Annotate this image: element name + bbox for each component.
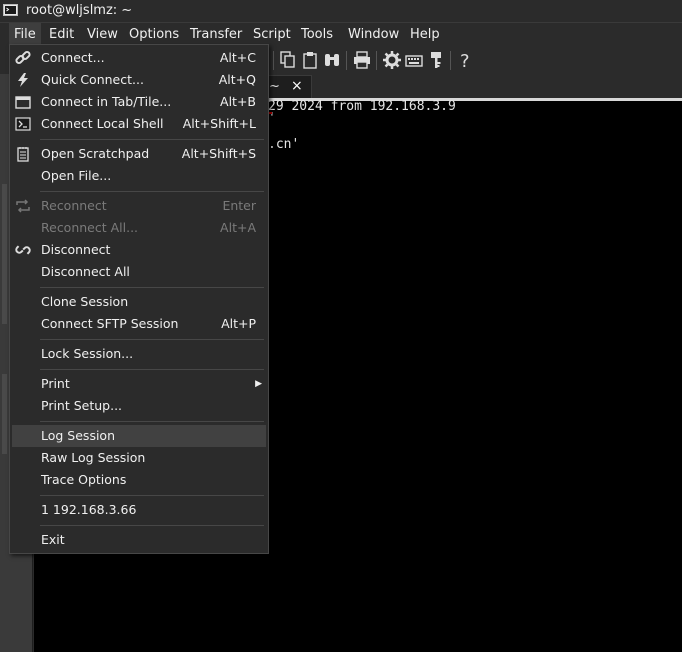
help-icon[interactable]: ? bbox=[456, 50, 476, 72]
gear-icon[interactable] bbox=[382, 50, 402, 70]
menu-shortcut: Enter bbox=[222, 198, 256, 213]
menu-log-session[interactable]: Log Session bbox=[12, 425, 266, 447]
toolbar-separator bbox=[376, 51, 377, 70]
toolbar-separator bbox=[450, 51, 451, 70]
panel-handle[interactable] bbox=[2, 184, 7, 324]
menu-label: Reconnect bbox=[41, 198, 107, 213]
tab-close-icon[interactable]: × bbox=[291, 78, 303, 94]
menu-open-file[interactable]: Open File... bbox=[12, 165, 266, 187]
menu-recent-session[interactable]: 1 192.168.3.66 bbox=[12, 499, 266, 521]
link-icon bbox=[15, 50, 31, 66]
menu-shortcut: Alt+B bbox=[220, 94, 256, 109]
window-title: root@wljslmz: ~ bbox=[26, 3, 133, 18]
menu-label: Connect in Tab/Tile... bbox=[41, 94, 172, 109]
copy-icon[interactable] bbox=[278, 50, 298, 70]
menu-shortcut: Alt+Q bbox=[218, 72, 256, 87]
menu-label: Connect SFTP Session bbox=[41, 316, 179, 331]
lightning-icon bbox=[15, 72, 31, 88]
menu-label: Connect... bbox=[41, 50, 105, 65]
menu-edit[interactable]: Edit bbox=[44, 23, 79, 46]
menu-separator bbox=[40, 287, 264, 288]
menu-disconnect-all[interactable]: Disconnect All bbox=[12, 261, 266, 283]
menu-tools[interactable]: Tools bbox=[296, 23, 338, 46]
menu-disconnect[interactable]: Disconnect bbox=[12, 239, 266, 261]
menu-help[interactable]: Help bbox=[405, 23, 445, 46]
toolbar-separator bbox=[273, 51, 274, 70]
menu-label: Log Session bbox=[41, 428, 115, 443]
menu-reconnect: Reconnect Enter bbox=[12, 195, 266, 217]
tab-label: ~ bbox=[269, 79, 280, 94]
terminal-line: 29 2024 from 192.168.3.9 bbox=[268, 99, 456, 114]
menu-file[interactable]: File bbox=[9, 23, 41, 46]
menu-separator bbox=[40, 339, 264, 340]
keymap-icon[interactable] bbox=[404, 50, 424, 70]
menu-label: Open Scratchpad bbox=[41, 146, 150, 161]
menu-separator bbox=[40, 421, 264, 422]
menu-reconnect-all: Reconnect All... Alt+A bbox=[12, 217, 266, 239]
menu-print[interactable]: Print ▶ bbox=[12, 373, 266, 395]
menu-script[interactable]: Script bbox=[248, 23, 296, 46]
menu-exit[interactable]: Exit bbox=[12, 529, 266, 551]
menu-options[interactable]: Options bbox=[124, 23, 184, 46]
menu-view[interactable]: View bbox=[82, 23, 123, 46]
menu-separator bbox=[40, 139, 264, 140]
terminal-icon bbox=[15, 116, 31, 132]
menu-separator bbox=[40, 191, 264, 192]
menu-label: Disconnect All bbox=[41, 264, 130, 279]
menu-connect[interactable]: Connect... Alt+C bbox=[12, 47, 266, 69]
menu-clone-session[interactable]: Clone Session bbox=[12, 291, 266, 313]
menu-label: Print Setup... bbox=[41, 398, 123, 413]
tab-window-icon bbox=[15, 94, 31, 110]
key-icon[interactable] bbox=[426, 50, 446, 70]
notepad-icon bbox=[15, 146, 31, 162]
menu-label: Print bbox=[41, 376, 70, 391]
menu-separator bbox=[40, 369, 264, 370]
menu-raw-log-session[interactable]: Raw Log Session bbox=[12, 447, 266, 469]
menu-label: Open File... bbox=[41, 168, 112, 183]
menu-label: Reconnect All... bbox=[41, 220, 139, 235]
menu-label: Trace Options bbox=[41, 472, 127, 487]
find-icon[interactable] bbox=[322, 50, 342, 70]
reconnect-icon bbox=[15, 198, 31, 214]
broken-link-icon bbox=[15, 242, 31, 258]
menu-print-setup[interactable]: Print Setup... bbox=[12, 395, 266, 417]
menu-connect-in-tab[interactable]: Connect in Tab/Tile... Alt+B bbox=[12, 91, 266, 113]
menu-bar: File Edit View Options Transfer Script T… bbox=[0, 23, 682, 46]
menu-transfer[interactable]: Transfer bbox=[185, 23, 247, 46]
menu-label: 1 192.168.3.66 bbox=[41, 502, 137, 517]
menu-window[interactable]: Window bbox=[343, 23, 404, 46]
menu-label: Disconnect bbox=[41, 242, 111, 257]
menu-quick-connect[interactable]: Quick Connect... Alt+Q bbox=[12, 69, 266, 91]
toolbar-separator bbox=[346, 51, 347, 70]
terminal-line: .cn' bbox=[268, 137, 300, 152]
file-menu-dropdown: Connect... Alt+C Quick Connect... Alt+Q … bbox=[9, 44, 269, 554]
menu-shortcut: Alt+C bbox=[219, 50, 256, 65]
menu-shortcut: Alt+A bbox=[220, 220, 256, 235]
menu-connect-local-shell[interactable]: Connect Local Shell Alt+Shift+L bbox=[12, 113, 266, 135]
menu-label: Connect Local Shell bbox=[41, 116, 164, 131]
svg-text:?: ? bbox=[460, 51, 470, 70]
menu-open-scratchpad[interactable]: Open Scratchpad Alt+Shift+S bbox=[12, 143, 266, 165]
menu-label: Lock Session... bbox=[41, 346, 134, 361]
menu-lock-session[interactable]: Lock Session... bbox=[12, 343, 266, 365]
panel-handle[interactable] bbox=[2, 374, 7, 454]
menu-connect-sftp[interactable]: Connect SFTP Session Alt+P bbox=[12, 313, 266, 335]
menu-label: Clone Session bbox=[41, 294, 129, 309]
print-icon[interactable] bbox=[352, 50, 372, 70]
submenu-arrow-icon: ▶ bbox=[255, 379, 262, 389]
menu-shortcut: Alt+Shift+L bbox=[182, 116, 256, 131]
menu-shortcut: Alt+Shift+S bbox=[181, 146, 256, 161]
menu-trace-options[interactable]: Trace Options bbox=[12, 469, 266, 491]
paste-icon[interactable] bbox=[300, 50, 320, 70]
menu-shortcut: Alt+P bbox=[221, 316, 256, 331]
title-bar: root@wljslmz: ~ bbox=[0, 0, 682, 23]
menu-label: Exit bbox=[41, 532, 65, 547]
app-icon bbox=[3, 3, 18, 18]
menu-separator bbox=[40, 495, 264, 496]
menu-separator bbox=[40, 525, 264, 526]
menu-label: Quick Connect... bbox=[41, 72, 144, 87]
menu-label: Raw Log Session bbox=[41, 450, 146, 465]
